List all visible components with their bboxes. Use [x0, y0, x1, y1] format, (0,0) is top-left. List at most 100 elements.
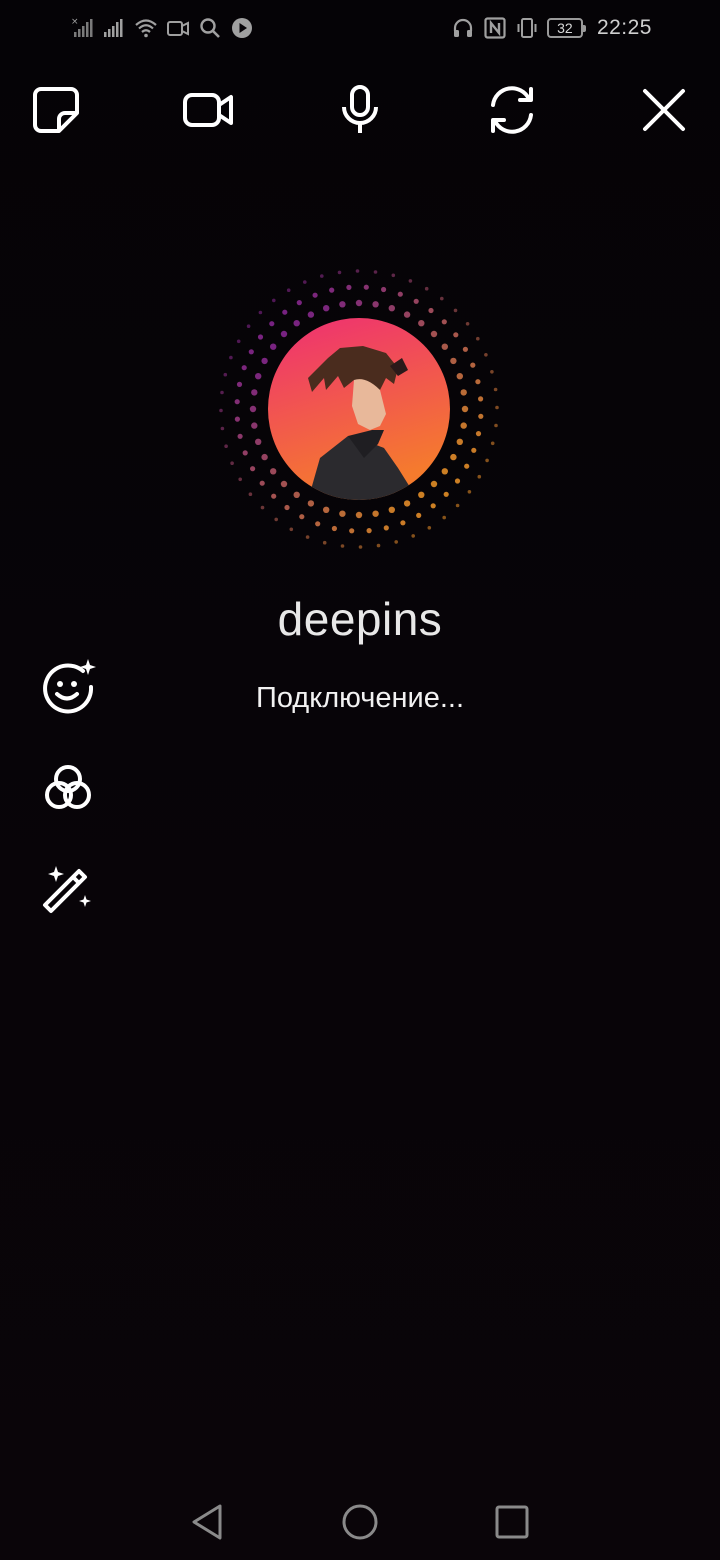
pulse-dot — [250, 466, 256, 472]
pulse-dot — [230, 461, 234, 465]
pulse-dot — [272, 298, 276, 303]
pulse-dot — [471, 447, 477, 453]
pulse-dot — [418, 320, 425, 327]
switch-camera-icon — [491, 86, 533, 134]
pulse-dot — [242, 450, 248, 456]
pulse-dot — [271, 493, 277, 499]
pulse-dot — [477, 474, 482, 479]
switch-camera-button[interactable] — [482, 80, 542, 140]
status-right-icons: 32 22:25 — [451, 14, 652, 42]
magic-wand-button[interactable] — [38, 856, 98, 916]
pulse-dot — [238, 477, 242, 482]
pulse-dot — [269, 321, 275, 327]
pulse-dot — [430, 480, 438, 488]
pulse-dot — [484, 353, 488, 357]
pulse-dot — [237, 433, 243, 439]
pulse-dot — [460, 389, 467, 396]
pulse-dot — [408, 279, 413, 283]
status-bar: × 32 22:25 — [0, 0, 720, 56]
pulse-dot — [303, 280, 307, 284]
pulse-dot — [270, 468, 277, 475]
pulse-dot — [456, 373, 463, 380]
sticker-button[interactable] — [26, 80, 86, 140]
pulse-dot — [284, 504, 290, 511]
pulse-dot — [493, 387, 498, 392]
recents-icon — [495, 1505, 529, 1539]
pulse-dot — [485, 458, 489, 463]
pulse-dot — [440, 296, 444, 301]
search-icon — [200, 18, 220, 38]
pulse-dot — [456, 438, 463, 445]
headset-icon — [453, 18, 473, 37]
back-icon — [192, 1504, 222, 1540]
pulse-dot — [441, 343, 448, 350]
status-left-icons: × — [70, 14, 254, 42]
pulse-dot — [261, 453, 268, 461]
pulse-dot — [229, 355, 233, 360]
color-filter-button[interactable] — [38, 758, 98, 818]
video-toggle-button[interactable] — [178, 80, 238, 140]
pulse-dot — [246, 324, 251, 328]
pulse-dot — [249, 405, 257, 413]
microphone-toggle-button[interactable] — [330, 80, 390, 140]
play-icon — [232, 18, 252, 38]
pulse-dot — [248, 492, 253, 496]
pulse-dot — [391, 273, 396, 278]
pulse-dot — [450, 357, 457, 365]
nfc-icon — [484, 17, 506, 39]
nav-home-button[interactable] — [336, 1498, 384, 1546]
pulse-dot — [307, 311, 315, 318]
contact-username: deepins — [277, 593, 443, 645]
avatar-image — [268, 318, 450, 500]
svg-text:×: × — [71, 17, 79, 27]
pulse-dot — [455, 503, 460, 508]
pulse-dot — [299, 514, 305, 520]
pulse-dot — [388, 506, 395, 513]
pulse-dot — [286, 288, 291, 292]
nav-back-button[interactable] — [184, 1498, 232, 1546]
pulse-dot — [416, 512, 422, 518]
pulse-dot — [224, 444, 228, 448]
pulse-dot — [320, 274, 324, 278]
pulse-dot — [258, 310, 263, 315]
no-sim-signal-icon: × — [71, 17, 93, 37]
pulse-dot — [363, 284, 369, 290]
pulse-dot — [381, 286, 387, 293]
pulse-dot — [495, 405, 499, 410]
call-screen: × 32 22:25 deepins Подключение... — [0, 0, 720, 1560]
pulse-dot — [430, 330, 438, 338]
end-call-button[interactable] — [634, 80, 694, 140]
pulse-dot — [462, 346, 468, 352]
system-nav-bar — [0, 1480, 720, 1560]
pulse-dot — [441, 319, 447, 325]
pulse-dot — [494, 423, 498, 428]
signal-icon — [104, 19, 123, 37]
pulse-dot — [460, 422, 467, 429]
battery-level: 32 — [557, 20, 573, 36]
pulse-dot — [475, 431, 482, 437]
avatar[interactable] — [268, 318, 450, 500]
pulse-dot — [411, 534, 415, 538]
pulse-dot — [251, 422, 258, 429]
pulse-dot — [388, 305, 395, 312]
vibrate-icon — [517, 18, 537, 38]
pulse-dot — [322, 540, 327, 545]
pulse-dot — [305, 535, 310, 539]
pulse-dot — [259, 480, 265, 486]
pulse-dot — [331, 525, 337, 532]
effects-button[interactable] — [38, 656, 98, 716]
pulse-dot — [293, 491, 300, 498]
pulse-dot — [403, 500, 411, 507]
pulse-dot — [339, 510, 346, 517]
pulse-dot — [346, 284, 352, 290]
pulse-dot — [293, 320, 300, 327]
pulse-dot — [339, 301, 346, 308]
nav-recents-button[interactable] — [488, 1498, 536, 1546]
pulse-dot — [220, 390, 224, 395]
pulse-dot — [340, 544, 345, 548]
pulse-dot — [372, 301, 379, 308]
pulse-dot — [465, 322, 470, 326]
pulse-dot — [307, 500, 315, 507]
pulse-dot — [289, 527, 294, 532]
pulse-dot — [464, 463, 470, 469]
